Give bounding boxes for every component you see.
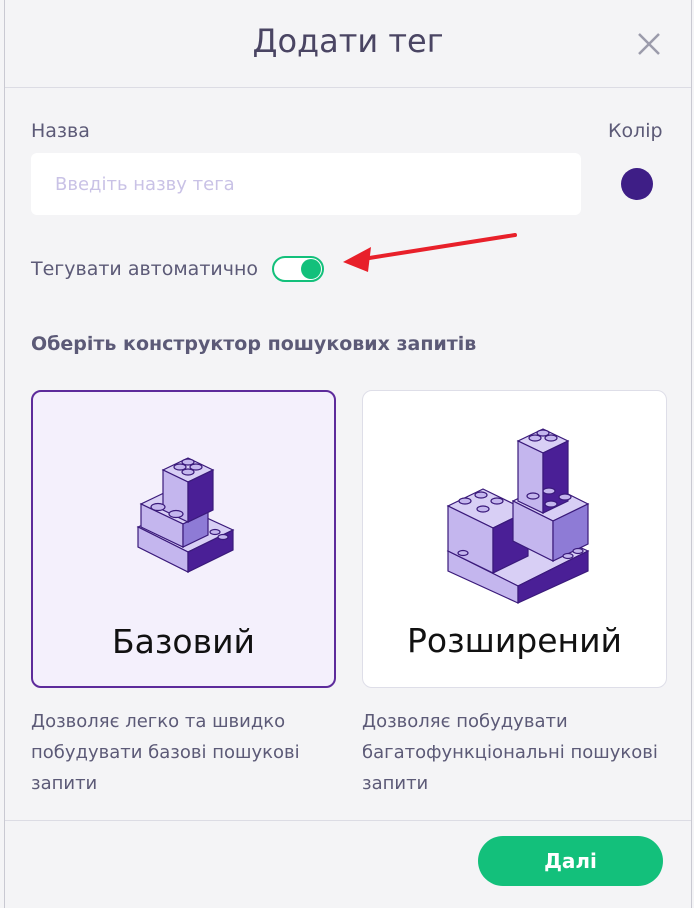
dialog-header: Додати тег — [5, 0, 691, 88]
builder-option-advanced[interactable]: Розширений — [362, 390, 667, 688]
builder-option-advanced-description: Дозволяє побудувати багатофункціональні … — [362, 711, 658, 794]
color-label: Колір — [608, 120, 663, 142]
auto-tag-toggle[interactable] — [272, 256, 324, 282]
lego-blocks-small-icon — [136, 457, 235, 573]
color-picker-swatch[interactable] — [621, 168, 653, 200]
auto-tag-label: Тегувати автоматично — [31, 258, 259, 280]
builder-option-advanced-label: Розширений — [407, 621, 622, 660]
close-icon[interactable] — [635, 30, 663, 58]
annotation-arrow-icon — [343, 233, 517, 272]
next-button[interactable]: Далі — [478, 836, 663, 886]
lego-blocks-large-icon — [446, 428, 590, 604]
builder-section-title: Оберіть конструктор пошукових запитів — [31, 333, 477, 355]
tag-name-input[interactable] — [31, 153, 581, 215]
builder-option-basic[interactable]: Базовий — [31, 390, 336, 688]
builder-option-basic-label: Базовий — [112, 622, 255, 661]
dialog-title: Додати тег — [252, 22, 444, 60]
toggle-knob — [301, 259, 321, 279]
add-tag-dialog: Додати тег Назва Колір Тегувати автомати… — [4, 0, 692, 908]
name-label: Назва — [31, 120, 90, 142]
builder-option-basic-description: Дозволяє легко та швидко побудувати базо… — [31, 711, 300, 794]
